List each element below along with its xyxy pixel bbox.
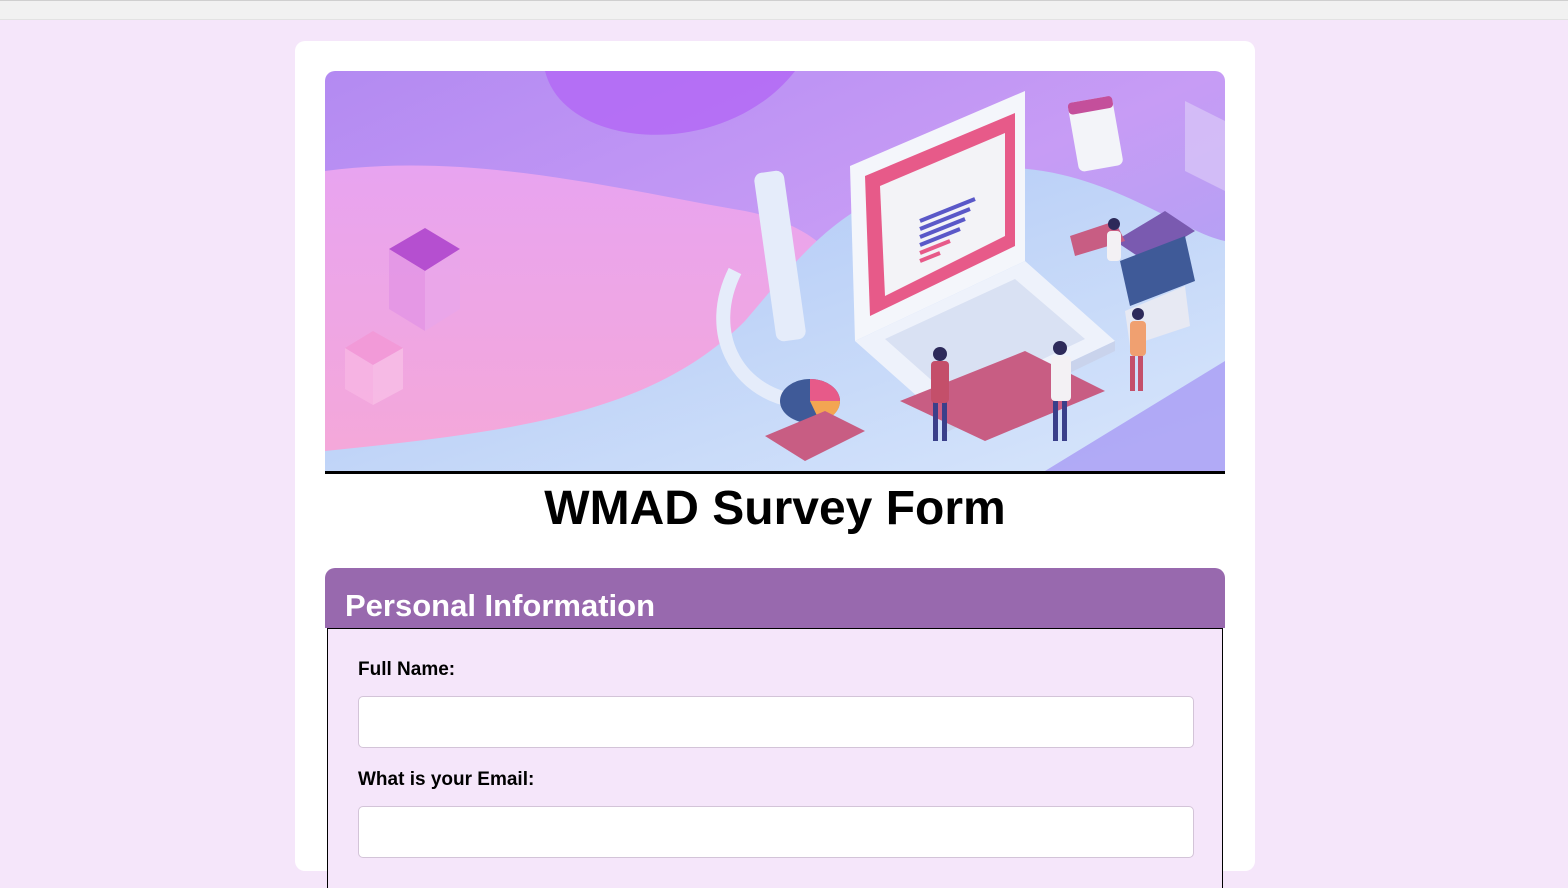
email-input[interactable] xyxy=(358,806,1194,858)
survey-card: WMAD Survey Form Personal Information Fu… xyxy=(295,41,1255,888)
section-header-personal-information: Personal Information xyxy=(325,568,1225,628)
full-name-input[interactable] xyxy=(358,696,1194,748)
email-label: What is your Email: xyxy=(358,769,535,790)
page-title: WMAD Survey Form xyxy=(544,482,1006,535)
personal-information-fieldset: Full Name: What is your Email: xyxy=(327,628,1223,888)
browser-top-bar xyxy=(0,0,1568,20)
banner-image xyxy=(325,71,1225,474)
full-name-label: Full Name: xyxy=(358,659,456,680)
